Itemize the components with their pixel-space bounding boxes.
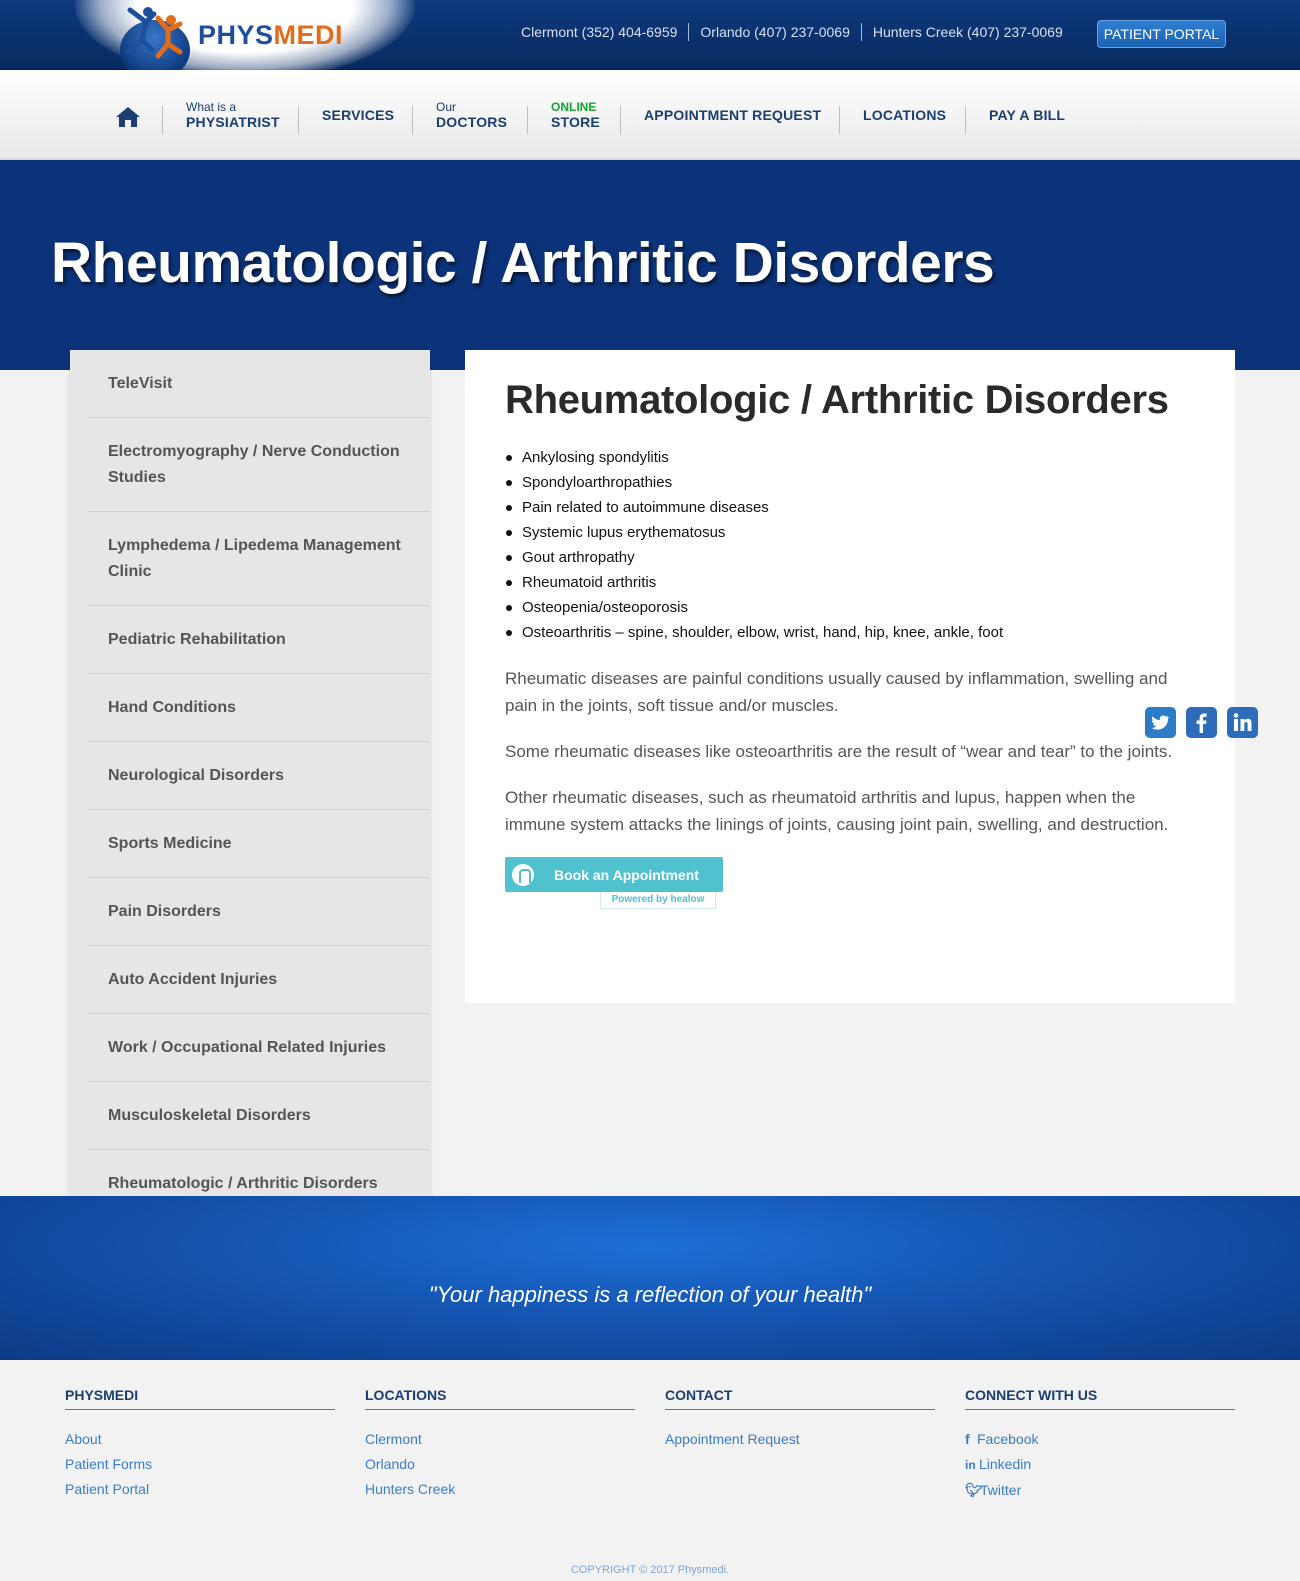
- footer-link-label: Facebook: [977, 1431, 1039, 1447]
- linkedin-icon[interactable]: [1227, 707, 1258, 738]
- content-heading: Rheumatologic / Arthritic Disorders: [505, 378, 1169, 422]
- footer: PHYSMEDI About Patient Forms Patient Por…: [0, 1360, 1300, 1581]
- footer-link-clermont[interactable]: Clermont: [365, 1427, 635, 1452]
- sidebar-item-lymphedema[interactable]: Lymphedema / Lipedema Management Clinic: [88, 512, 430, 606]
- sidebar-item-pain-disorders[interactable]: Pain Disorders: [88, 878, 430, 946]
- conditions-list: Ankylosing spondylitis Spondyloarthropat…: [505, 445, 1195, 645]
- list-item: Pain related to autoimmune diseases: [505, 495, 1195, 520]
- nav-services[interactable]: SERVICES: [322, 70, 394, 160]
- nav-divider: [298, 106, 299, 134]
- content-paragraph: Other rheumatic diseases, such as rheuma…: [505, 788, 1169, 834]
- sidebar-item-musculoskeletal-disorders[interactable]: Musculoskeletal Disorders: [88, 1082, 430, 1150]
- list-item: Spondyloarthropathies: [505, 470, 1195, 495]
- phone-hunters-creek[interactable]: Hunters Creek (407) 237-0069: [862, 23, 1074, 41]
- footer-heading: LOCATIONS: [365, 1387, 635, 1410]
- nav-divider: [162, 106, 163, 134]
- book-appointment-button[interactable]: Book an Appointment Powered by healow: [505, 857, 723, 909]
- footer-col-contact: CONTACT Appointment Request: [665, 1387, 935, 1452]
- logo-text[interactable]: PHYSMEDI: [198, 20, 343, 51]
- home-icon[interactable]: [115, 106, 141, 128]
- nav-pay-label: PAY A BILL: [989, 107, 1066, 123]
- nav-divider: [839, 106, 840, 134]
- footer-link-appointment-request[interactable]: Appointment Request: [665, 1427, 935, 1452]
- footer-link-label: Twitter: [980, 1482, 1022, 1498]
- twitter-icon[interactable]: [1145, 707, 1176, 738]
- main-nav: What is a PHYSIATRIST SERVICES Our DOCTO…: [0, 70, 1300, 160]
- nav-divider: [620, 106, 621, 134]
- nav-appointment-label: APPOINTMENT REQUEST: [644, 107, 822, 123]
- footer-heading: PHYSMEDI: [65, 1387, 335, 1410]
- facebook-icon[interactable]: [1186, 707, 1217, 738]
- quote-band: "Your happiness is a reflection of your …: [0, 1196, 1300, 1360]
- sidebar-item-sports-medicine[interactable]: Sports Medicine: [88, 810, 430, 878]
- sidebar-item-hand-conditions[interactable]: Hand Conditions: [88, 674, 430, 742]
- twitter-icon: 🐦︎: [965, 1482, 983, 1498]
- sidebar-item-auto-accident-injuries[interactable]: Auto Accident Injuries: [88, 946, 430, 1014]
- list-item: Systemic lupus erythematosus: [505, 520, 1195, 545]
- footer-heading: CONTACT: [665, 1387, 935, 1410]
- sidebar-item-pediatric-rehabilitation[interactable]: Pediatric Rehabilitation: [88, 606, 430, 674]
- copyright: COPYRIGHT © 2017 Physmedi.: [570, 1564, 730, 1576]
- nav-doctors-label: DOCTORS: [436, 113, 508, 130]
- phone-orlando[interactable]: Orlando (407) 237-0069: [689, 23, 862, 41]
- content-paragraph: Rheumatic diseases are painful condition…: [505, 669, 1168, 715]
- sidebar-item-occupational-injuries[interactable]: Work / Occupational Related Injuries: [88, 1014, 430, 1082]
- patient-portal-button[interactable]: PATIENT PORTAL: [1097, 20, 1226, 48]
- list-item: Osteoarthritis – spine, shoulder, elbow,…: [505, 620, 1195, 645]
- footer-link-patient-portal[interactable]: Patient Portal: [65, 1477, 335, 1502]
- nav-appointment-request[interactable]: APPOINTMENT REQUEST: [644, 70, 821, 160]
- page-hero: Rheumatologic / Arthritic Disorders: [0, 160, 1300, 370]
- nav-doctors-small: Our: [436, 99, 457, 114]
- powered-by-healow: Powered by healow: [600, 892, 716, 909]
- nav-physiatrist-small: What is a: [186, 99, 237, 114]
- footer-link-label: Linkedin: [979, 1456, 1032, 1472]
- nav-locations[interactable]: LOCATIONS: [863, 70, 946, 160]
- nav-divider: [527, 106, 528, 134]
- footer-col-locations: LOCATIONS Clermont Orlando Hunters Creek: [365, 1387, 635, 1502]
- book-appointment-label: Book an Appointment: [554, 866, 699, 883]
- nav-store-small: ONLINE: [551, 99, 597, 114]
- sidebar-item-electromyography[interactable]: Electromyography / Nerve Conduction Stud…: [88, 418, 430, 512]
- healow-icon: [512, 863, 534, 886]
- phone-numbers: Clermont (352) 404-6959 Orlando (407) 23…: [510, 23, 1074, 41]
- footer-col-physmedi: PHYSMEDI About Patient Forms Patient Por…: [65, 1387, 335, 1502]
- content-paragraph: Some rheumatic diseases like osteoarthri…: [505, 742, 1173, 761]
- top-bar: PHYSMEDI Clermont (352) 404-6959 Orlando…: [0, 0, 1300, 80]
- list-item: Rheumatoid arthritis: [505, 570, 1195, 595]
- footer-link-about[interactable]: About: [65, 1427, 335, 1452]
- nav-locations-label: LOCATIONS: [863, 107, 947, 123]
- footer-link-facebook[interactable]: f Facebook: [965, 1427, 1235, 1452]
- nav-physiatrist[interactable]: What is a PHYSIATRIST: [186, 70, 280, 160]
- footer-link-orlando[interactable]: Orlando: [365, 1452, 635, 1477]
- page-title: Rheumatologic / Arthritic Disorders: [51, 231, 995, 295]
- nav-physiatrist-label: PHYSIATRIST: [186, 113, 280, 130]
- list-item: Osteopenia/osteoporosis: [505, 595, 1195, 620]
- list-item: Gout arthropathy: [505, 545, 1195, 570]
- nav-online-store[interactable]: ONLINE STORE: [551, 70, 600, 160]
- sidebar-item-neurological-disorders[interactable]: Neurological Disorders: [88, 742, 430, 810]
- logo-text-phys: PHYS: [198, 20, 274, 50]
- nav-store-label: STORE: [551, 113, 600, 130]
- nav-doctors[interactable]: Our DOCTORS: [436, 70, 507, 160]
- services-sidebar: TeleVisit Electromyography / Nerve Condu…: [70, 350, 430, 1217]
- list-item: Ankylosing spondylitis: [505, 445, 1195, 470]
- footer-link-patient-forms[interactable]: Patient Forms: [65, 1452, 335, 1477]
- logo-text-medi: MEDI: [273, 20, 344, 50]
- footer-link-linkedin[interactable]: in Linkedin: [965, 1452, 1235, 1478]
- footer-link-twitter[interactable]: 🐦︎Twitter: [965, 1478, 1235, 1503]
- nav-services-label: SERVICES: [322, 107, 395, 123]
- main-content: Rheumatologic / Arthritic Disorders Anky…: [465, 350, 1235, 1003]
- nav-divider: [412, 106, 413, 134]
- footer-heading: CONNECT WITH US: [965, 1387, 1235, 1410]
- linkedin-icon: in: [965, 1458, 976, 1472]
- nav-divider: [965, 106, 966, 134]
- facebook-icon: f: [965, 1431, 970, 1447]
- footer-col-connect: CONNECT WITH US f Facebook in Linkedin 🐦︎T…: [965, 1387, 1235, 1503]
- phone-clermont[interactable]: Clermont (352) 404-6959: [510, 23, 690, 41]
- tagline-quote: "Your happiness is a reflection of your …: [428, 1282, 872, 1307]
- sidebar-item-televisit[interactable]: TeleVisit: [88, 350, 430, 418]
- nav-pay-a-bill[interactable]: PAY A BILL: [989, 70, 1065, 160]
- footer-link-hunters-creek[interactable]: Hunters Creek: [365, 1477, 635, 1502]
